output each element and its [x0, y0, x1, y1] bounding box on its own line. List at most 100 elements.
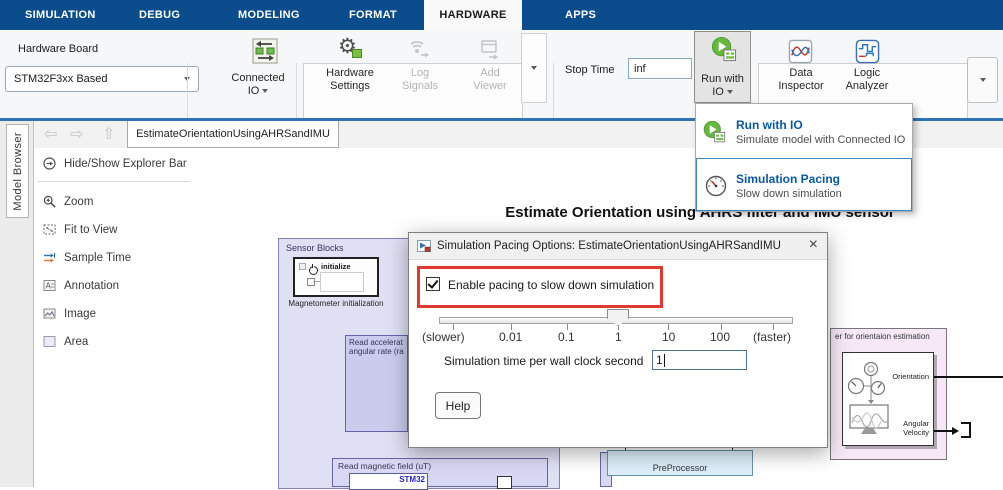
palette-label: Image: [64, 308, 96, 320]
read-accel-block[interactable]: Read accelerat angular rate (ra: [345, 335, 408, 432]
data-inspector-icon: [788, 39, 813, 69]
logic-analyzer-label: Logic: [854, 67, 880, 79]
toolstrip-tab-bar: SIMULATION DEBUG MODELING FORMAT HARDWAR…: [0, 0, 1003, 30]
text-caret: [664, 354, 665, 367]
block-checkbox-icon: [299, 263, 306, 270]
tab-format[interactable]: FORMAT: [349, 0, 397, 30]
palette-item-image[interactable]: Image: [43, 306, 96, 321]
enable-pacing-checkbox[interactable]: [426, 277, 440, 291]
help-button[interactable]: Help: [435, 392, 481, 419]
magnifier-icon: [43, 195, 56, 208]
connector-line: [313, 281, 320, 282]
palette-item-area[interactable]: Area: [43, 334, 88, 349]
log-signals-icon: [408, 38, 432, 67]
sim-time-value: 1: [656, 353, 663, 367]
stop-time-input[interactable]: inf: [628, 58, 692, 79]
chevron-down-icon: [727, 90, 733, 94]
close-icon[interactable]: ×: [809, 237, 818, 253]
data-inspector-button[interactable]: Data Inspector: [772, 67, 830, 93]
palette-item-sample-time[interactable]: Sample Time: [43, 250, 131, 265]
image-icon: [43, 307, 56, 320]
chevron-down-icon: [531, 66, 537, 70]
logic-analyzer-label2: Analyzer: [846, 80, 889, 92]
run-with-io-icon: [710, 36, 737, 68]
stm32-block[interactable]: STM32: [349, 473, 428, 490]
palette-label: Zoom: [64, 196, 93, 208]
ahrs-header: er for orientaion estimation: [835, 332, 930, 341]
menu-item-run-with-io[interactable]: Run with IO: [736, 118, 803, 132]
stop-time-label: Stop Time: [565, 64, 615, 76]
forward-arrow-icon[interactable]: ⇨: [70, 125, 83, 145]
data-inspector-label2: Inspector: [778, 80, 823, 92]
data-inspector-label: Data: [789, 67, 812, 79]
small-port-block[interactable]: [497, 476, 512, 489]
add-viewer-button[interactable]: Add Viewer: [462, 67, 518, 93]
up-arrow-icon[interactable]: ⇧: [102, 125, 115, 145]
circle-arrow-icon: [43, 157, 56, 170]
imu-visualization-icon: [847, 359, 891, 442]
stm32-label: STM32: [399, 475, 425, 484]
chip-icon: [352, 49, 362, 58]
back-arrow-icon[interactable]: ⇦: [44, 125, 57, 145]
hardware-settings-button[interactable]: Hardware Settings: [320, 67, 380, 93]
tab-debug[interactable]: DEBUG: [139, 0, 180, 30]
palette-item-zoom[interactable]: Zoom: [43, 194, 93, 209]
area-icon: [43, 335, 56, 348]
dialog-icon: [417, 239, 431, 258]
sim-time-input[interactable]: 1: [652, 350, 747, 370]
palette-divider: [38, 181, 190, 182]
logic-analyzer-button[interactable]: Logic Analyzer: [838, 67, 896, 93]
dialog-title: Simulation Pacing Options: EstimateOrien…: [437, 240, 781, 252]
connected-io-button[interactable]: Connected IO: [228, 72, 288, 98]
run-with-io-menu-icon: [702, 120, 726, 149]
palette-item-hide-show[interactable]: Hide/Show Explorer Bar: [43, 156, 187, 171]
slider-label-100: 100: [710, 330, 730, 344]
power-icon: [309, 266, 318, 275]
hardware-settings-label2: Settings: [330, 80, 370, 92]
run-with-io-menu: Run with IO Simulate model with Connecte…: [695, 103, 913, 212]
slider-label-faster: (faster): [753, 330, 791, 344]
run-with-io-button[interactable]: Run with IO: [694, 31, 751, 103]
menu-item-simulation-pacing-desc: Slow down simulation: [736, 188, 842, 200]
ahrs-filter-block[interactable]: Orientation Angular Velocity: [842, 352, 934, 446]
annotation-icon: A: [43, 279, 56, 292]
read-accel-label2: angular rate (ra: [349, 347, 404, 356]
slider-label-1: 1: [615, 330, 622, 344]
log-signals-label: Log: [411, 67, 429, 79]
gallery-expand-button[interactable]: [521, 33, 547, 103]
document-tab[interactable]: EstimateOrientationUsingAHRSandIMU: [127, 121, 339, 148]
angular-velocity-wire: [934, 430, 954, 432]
tab-simulation[interactable]: SIMULATION: [25, 0, 96, 30]
svg-text:A: A: [46, 282, 52, 291]
chevron-down-icon: [980, 78, 986, 82]
add-viewer-label2: Viewer: [473, 80, 506, 92]
sensor-blocks-label: Sensor Blocks: [286, 243, 344, 253]
magnetometer-caption: Magnetometer initialization: [276, 299, 396, 308]
tab-apps[interactable]: APPS: [565, 0, 596, 30]
slider-label-01: 0.1: [558, 330, 575, 344]
palette-item-fit-to-view[interactable]: Fit to View: [43, 222, 117, 237]
read-magnetic-label: Read magnetic field (uT): [338, 461, 431, 471]
logic-analyzer-icon: [855, 39, 880, 69]
model-browser-tab[interactable]: Model Browser: [6, 124, 29, 218]
model-browser-label: Model Browser: [12, 132, 24, 211]
wire-arrow-icon: [952, 427, 959, 435]
palette-item-annotation[interactable]: A Annotation: [43, 278, 119, 293]
log-signals-button[interactable]: Log Signals: [392, 67, 448, 93]
fit-to-view-icon: [43, 223, 56, 236]
palette-label: Area: [64, 336, 88, 348]
preprocessor-block[interactable]: PreProcessor: [607, 450, 753, 476]
terminator-icon: [969, 422, 971, 438]
add-viewer-icon: [478, 38, 502, 67]
tab-hardware[interactable]: HARDWARE: [424, 0, 522, 30]
tab-modeling[interactable]: MODELING: [238, 0, 300, 30]
palette-label: Sample Time: [64, 252, 131, 264]
menu-item-simulation-pacing[interactable]: Simulation Pacing: [736, 172, 840, 186]
palette-label: Hide/Show Explorer Bar: [64, 158, 187, 170]
magnetometer-init-block[interactable]: initialize: [293, 257, 379, 297]
orientation-port-label: Orientation: [892, 372, 929, 381]
hardware-board-select[interactable]: STM32F3xx Based: [5, 66, 199, 92]
read-accel-label: Read accelerat: [349, 338, 403, 347]
read-magnetic-block[interactable]: Read magnetic field (uT) STM32: [332, 458, 548, 487]
ribbon-overflow-button[interactable]: [967, 57, 998, 103]
